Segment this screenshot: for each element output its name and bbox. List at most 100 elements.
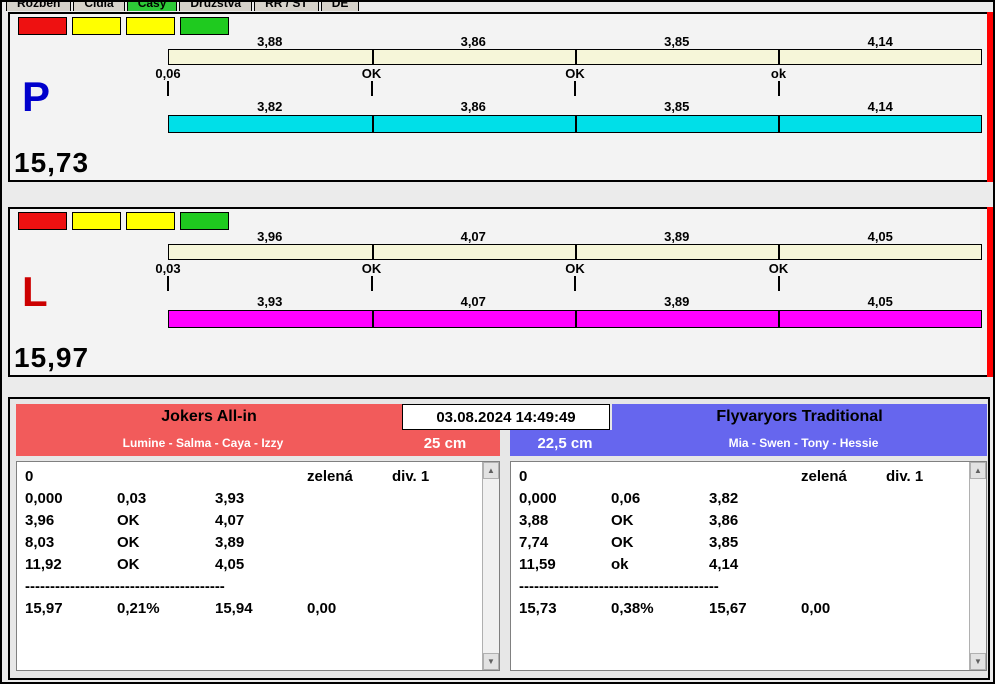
split-time: 3,93 [257,294,283,309]
scroll-up-icon[interactable]: ▲ [970,462,986,479]
split-time: 3,82 [257,99,283,114]
scroll-down-icon[interactable]: ▼ [970,653,986,670]
team-right-info-bar: 22,5 cm Mia - Swen - Tony - Hessie [510,430,987,456]
bar-divider [372,311,374,327]
team-right-members: Mia - Swen - Tony - Hessie [728,436,879,450]
lane-p-letter: P [22,73,51,120]
crossing-status: 0,06 [155,66,181,81]
results-section: Jokers All-in 03.08.2024 14:49:49 Flyvar… [8,397,990,680]
light-yellow-1 [72,212,121,230]
flyball-timing-window: Rozbeh Čidla Časy Družstva RR / ST DE P … [0,0,995,684]
split-time: 3,86 [460,34,486,49]
bar-divider [372,245,374,259]
lane-p-bottom-splits: 3,82 3,86 3,85 4,14 [168,99,982,114]
lane-panel-p: P 15,73 3,88 3,86 3,85 4,14 0,06 OK OK o… [8,12,990,182]
team-right-jump-height: 22,5 cm [537,434,593,452]
separator-dashes: ---------------------------------------- [519,578,719,595]
team-right-result-pane[interactable]: 0 zelená div. 1 0,000 0,06 3,82 3,88 OK … [510,461,987,671]
bar-divider [575,311,577,327]
result-row: 11,59 ok 4,14 [519,556,739,573]
tab-cidla[interactable]: Čidla [73,2,125,11]
split-time: 3,89 [664,294,690,309]
division: div. 1 [392,468,430,485]
split-time: 3,85 [664,34,690,49]
lane-l-crossing-status: 0,03 OK OK OK [155,261,982,276]
bar-divider [575,116,577,132]
bar-divider [778,50,780,64]
tick-mark [777,81,780,96]
lane-l-run-bar [168,310,982,328]
lane-p-run-bar [168,115,982,133]
team-left-result-pane[interactable]: 0 zelená div. 1 0,000 0,03 3,93 3,96 OK … [16,461,500,671]
lane-l-bars: 3,96 4,07 3,89 4,05 0,03 OK OK OK 3,93 4… [155,209,982,375]
team-right-name-bar: Flyvaryors Traditional [612,404,987,430]
light-yellow-1 [72,17,121,35]
lane-l-edge-marker [987,207,993,377]
result-row: 3,88 OK 3,86 [519,512,739,529]
bar-divider [575,245,577,259]
lane-p-top-splits: 3,88 3,86 3,85 4,14 [168,34,982,49]
lane-panel-l: L 15,97 3,96 4,07 3,89 4,05 0,03 OK OK O… [8,207,990,377]
team-left-name-bar: Jokers All-in [16,404,402,430]
split-time: 3,88 [257,34,283,49]
team-left-members: Lumine - Salma - Caya - Izzy [122,436,284,450]
result-header-row: 0 zelená div. 1 [25,466,475,488]
split-time: 4,05 [867,294,893,309]
bar-divider [778,311,780,327]
lane-l-total-time: 15,97 [14,342,90,373]
lane-p-total-time: 15,73 [14,147,90,178]
split-time: 4,05 [867,229,893,244]
tick-mark [167,81,169,96]
timestamp: 03.08.2024 14:49:49 [436,408,576,426]
bar-divider [778,245,780,259]
run-number: 0 [25,468,34,485]
scroll-down-icon[interactable]: ▼ [483,653,499,670]
result-header-row: 0 zelená div. 1 [519,466,962,488]
result-row: 7,74 OK 3,85 [519,534,739,551]
crossing-status: OK [361,66,382,81]
tick-mark [370,81,373,96]
run-number: 0 [519,468,528,485]
crossing-status: OK [768,261,789,276]
crossing-status: OK [565,66,585,81]
tab-rozbeh[interactable]: Rozbeh [6,2,72,11]
separator-dashes: ---------------------------------------- [25,578,225,595]
timestamp-box: 03.08.2024 14:49:49 [402,404,610,430]
scrollbar[interactable]: ▲ ▼ [482,462,499,670]
crossing-status: 0,03 [155,261,181,276]
lane-p-bars: 3,88 3,86 3,85 4,14 0,06 OK OK ok 3,82 3… [155,14,982,180]
split-time: 4,14 [867,34,893,49]
lane-l-letter: L [22,268,48,315]
team-left-info-bar: Lumine - Salma - Caya - Izzy 25 cm [16,430,500,456]
scrollbar[interactable]: ▲ ▼ [969,462,986,670]
bar-divider [372,116,374,132]
result-totals-row: 15,97 0,21% 15,94 0,00 [25,600,337,617]
result-row: 3,96 OK 4,07 [25,512,245,529]
split-time: 3,85 [664,99,690,114]
lane-p-crossing-status: 0,06 OK OK ok [155,66,982,81]
tick-mark [167,276,169,291]
lane-p-ticks [167,81,982,96]
light-red [18,212,67,230]
crossing-status: OK [565,261,585,276]
lane-l-bottom-splits: 3,93 4,07 3,89 4,05 [168,294,982,309]
tab-druzstva[interactable]: Družstva [179,2,253,11]
lane-p-edge-marker [987,12,993,182]
tab-rr-st[interactable]: RR / ST [254,2,319,11]
tab-casy[interactable]: Časy [126,2,178,11]
scroll-up-icon[interactable]: ▲ [483,462,499,479]
run-status: zelená [801,468,847,485]
crossing-status: OK [361,261,382,276]
bar-divider [575,50,577,64]
lane-l-ticks [167,276,982,291]
team-left-jump-height: 25 cm [423,434,467,452]
split-time: 3,89 [664,229,690,244]
split-time: 3,96 [257,229,283,244]
team-right-name: Flyvaryors Traditional [716,408,883,425]
result-totals-row: 15,73 0,38% 15,67 0,00 [519,600,831,617]
tab-bar: Rozbeh Čidla Časy Družstva RR / ST DE [6,2,360,11]
crossing-status: ok [770,66,787,81]
run-status: zelená [307,468,353,485]
tab-de[interactable]: DE [320,2,360,11]
tick-mark [574,81,576,96]
